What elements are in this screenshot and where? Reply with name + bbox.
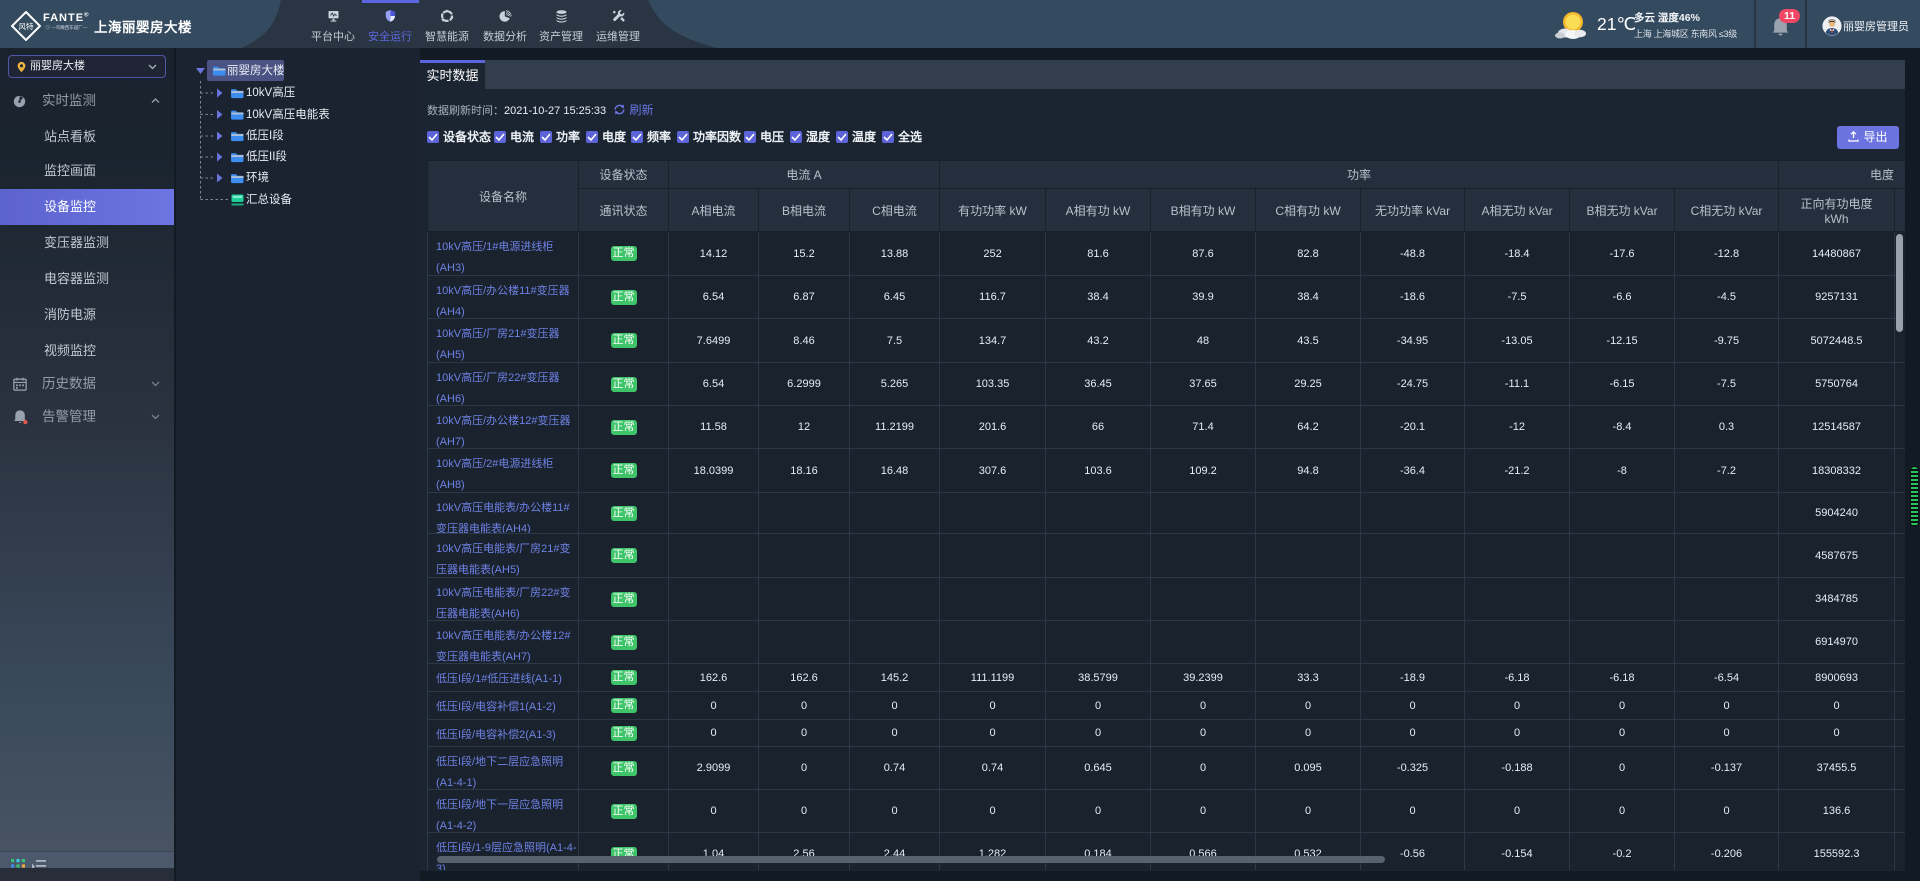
- svg-text:风特: 风特: [19, 21, 34, 31]
